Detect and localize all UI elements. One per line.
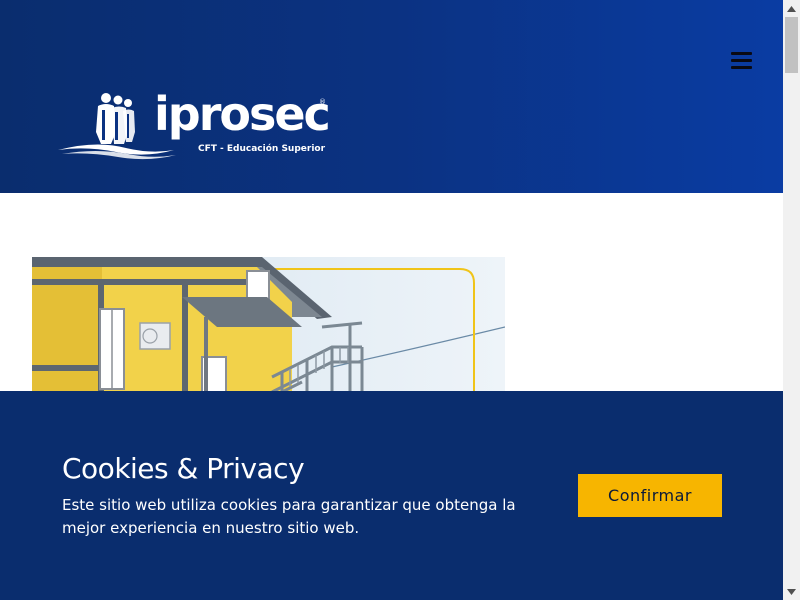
vertical-scrollbar[interactable]	[783, 0, 800, 600]
confirm-button[interactable]: Confirmar	[578, 474, 722, 517]
registered-mark: ®	[319, 98, 326, 106]
cookie-banner-message: Este sitio web utiliza cookies para gara…	[62, 496, 516, 537]
cookie-banner-title: Cookies & Privacy	[62, 452, 305, 485]
logo-wordmark: iprosec	[154, 87, 331, 141]
page: iprosec ® CFT - Educación Superior Cooki…	[0, 0, 783, 600]
site-header: iprosec ® CFT - Educación Superior	[0, 0, 783, 193]
site-logo[interactable]: iprosec ® CFT - Educación Superior	[56, 88, 336, 164]
hamburger-menu-icon[interactable]	[731, 50, 753, 70]
logo-tagline: CFT - Educación Superior	[198, 144, 326, 154]
scrollbar-thumb[interactable]	[785, 17, 798, 73]
arrow-up-icon[interactable]	[783, 0, 800, 17]
arrow-down-icon[interactable]	[783, 583, 800, 600]
